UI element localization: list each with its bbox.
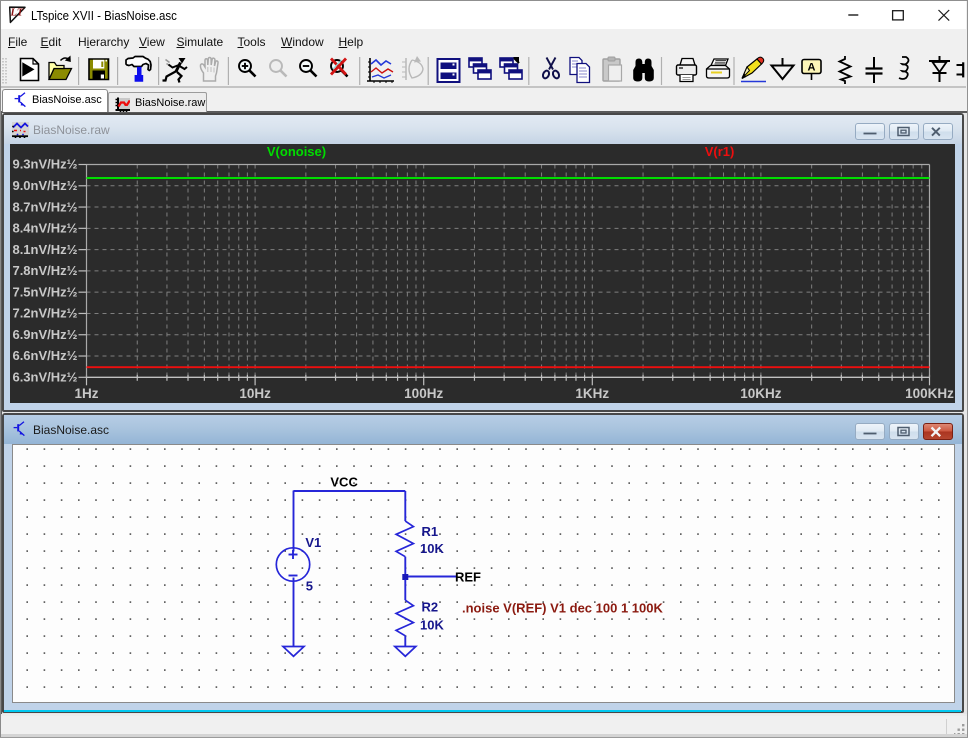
svg-text:1Hz: 1Hz	[74, 386, 98, 401]
svg-text:10K: 10K	[420, 617, 444, 632]
svg-text:7.8nV/Hz½: 7.8nV/Hz½	[12, 263, 77, 278]
svg-text:A: A	[808, 62, 816, 74]
svg-text:7.2nV/Hz½: 7.2nV/Hz½	[12, 306, 77, 321]
svg-text:6.9nV/Hz½: 6.9nV/Hz½	[12, 327, 77, 342]
svg-text:LT: LT	[10, 8, 24, 19]
svg-text:R2: R2	[422, 599, 439, 614]
svg-text:8.1nV/Hz½: 8.1nV/Hz½	[12, 242, 77, 257]
svg-text:8.4nV/Hz½: 8.4nV/Hz½	[12, 221, 77, 236]
svg-text:V(r1): V(r1)	[705, 144, 735, 159]
svg-text:REF: REF	[455, 570, 481, 585]
svg-text:8.7nV/Hz½: 8.7nV/Hz½	[12, 199, 77, 214]
svg-text:V(onoise): V(onoise)	[267, 144, 326, 159]
svg-text:5: 5	[306, 579, 313, 594]
svg-text:7.5nV/Hz½: 7.5nV/Hz½	[12, 284, 77, 299]
svg-text:6.3nV/Hz½: 6.3nV/Hz½	[12, 370, 77, 385]
svg-text:9.3nV/Hz½: 9.3nV/Hz½	[12, 157, 77, 172]
svg-text:9.0nV/Hz½: 9.0nV/Hz½	[12, 178, 77, 193]
svg-text:6.6nV/Hz½: 6.6nV/Hz½	[12, 348, 77, 363]
svg-text:R1: R1	[422, 524, 439, 539]
svg-text:V1: V1	[305, 535, 321, 550]
svg-text:10Hz: 10Hz	[239, 386, 271, 401]
svg-text:.noise V(REF) V1 dec 100 1 100: .noise V(REF) V1 dec 100 1 100K	[462, 600, 663, 615]
svg-text:VCC: VCC	[330, 475, 358, 490]
svg-text:1KHz: 1KHz	[575, 386, 609, 401]
svg-text:10KHz: 10KHz	[740, 386, 782, 401]
svg-text:10K: 10K	[420, 541, 444, 556]
svg-text:100KHz: 100KHz	[905, 386, 954, 401]
svg-text:100Hz: 100Hz	[404, 386, 443, 401]
